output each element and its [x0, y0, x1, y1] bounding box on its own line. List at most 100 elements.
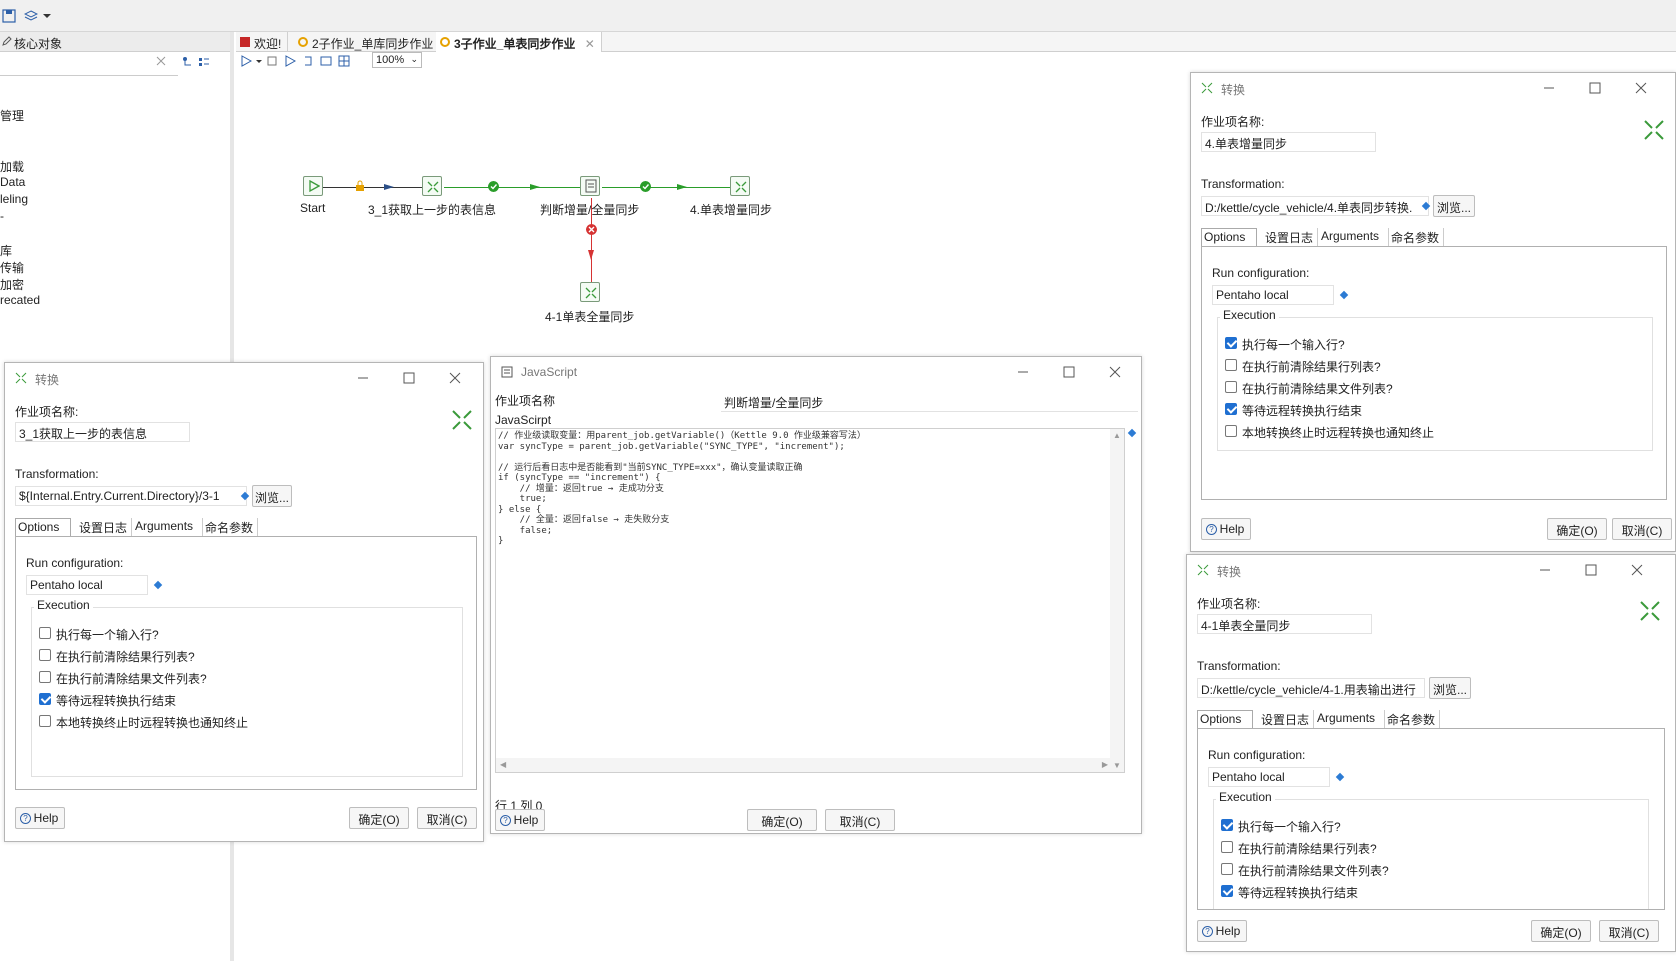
close-icon[interactable]	[1629, 562, 1645, 578]
search-input[interactable]	[0, 58, 178, 76]
tree-item[interactable]: 传输	[0, 259, 24, 276]
checkbox-each-row[interactable]	[1221, 819, 1233, 831]
ok-button[interactable]: 确定(O)	[349, 807, 409, 829]
checkbox-clear-rows[interactable]	[1221, 841, 1233, 853]
run-config-select[interactable]: Pentaho local	[1212, 285, 1334, 305]
checkbox-clear-rows[interactable]	[39, 649, 51, 661]
maximize-icon[interactable]	[1587, 80, 1603, 96]
chevron-down-icon[interactable]	[254, 55, 264, 67]
hop-judge-incremental[interactable]	[602, 187, 730, 188]
cancel-button[interactable]: 取消(C)	[825, 809, 895, 831]
expand-tree-icon[interactable]	[182, 56, 194, 68]
help-button[interactable]: ? Help	[1201, 518, 1251, 540]
tree-item[interactable]: 加载	[0, 158, 24, 175]
layers-icon[interactable]	[24, 9, 38, 23]
checkbox-clear-files[interactable]	[1221, 863, 1233, 875]
name-field[interactable]: 4-1单表全量同步	[1197, 614, 1372, 634]
tree-item[interactable]: 库	[0, 242, 12, 259]
node-incremental[interactable]	[730, 176, 750, 196]
tab-job-2[interactable]: 2子作业_单库同步作业	[294, 32, 441, 52]
node-get-table-info[interactable]	[422, 176, 442, 196]
ok-button[interactable]: 确定(O)	[747, 809, 817, 831]
checkbox-clear-files[interactable]	[1225, 381, 1237, 393]
scroll-down-icon[interactable]: ▼	[1113, 761, 1121, 770]
hop-start-get-info[interactable]	[316, 187, 422, 188]
ok-button[interactable]: 确定(O)	[1531, 920, 1591, 942]
minimize-icon[interactable]	[355, 370, 371, 386]
scroll-up-icon[interactable]: ▲	[1113, 431, 1121, 440]
checkbox-notify-remote[interactable]	[39, 715, 51, 727]
checkbox-wait-remote[interactable]	[1225, 403, 1237, 415]
chevron-down-icon[interactable]	[40, 9, 54, 23]
horizontal-scrollbar[interactable]: ◀ ▶	[496, 758, 1112, 772]
ok-button[interactable]: 确定(O)	[1547, 518, 1607, 540]
checkbox-each-row[interactable]	[1225, 337, 1237, 349]
tab-options[interactable]: Options	[1197, 710, 1253, 728]
browse-button[interactable]: 浏览...	[1433, 195, 1475, 217]
script-editor[interactable]: // 作业级读取变量：用parent_job.getVariable()（Ket…	[495, 428, 1125, 773]
tab-welcome[interactable]: 欢迎!	[236, 32, 289, 52]
checkbox-wait-remote[interactable]	[39, 693, 51, 705]
tab-arguments[interactable]: Arguments	[133, 518, 203, 536]
collapse-tree-icon[interactable]	[198, 56, 210, 68]
minimize-icon[interactable]	[1537, 562, 1553, 578]
tab-log[interactable]: 设置日志	[77, 518, 132, 536]
scroll-left-icon[interactable]: ◀	[500, 760, 506, 769]
help-button[interactable]: ? Help	[15, 807, 65, 829]
close-icon[interactable]	[1633, 80, 1649, 96]
name-field[interactable]: 3_1获取上一步的表信息	[15, 422, 190, 442]
checkbox-each-row[interactable]	[39, 627, 51, 639]
node-start[interactable]	[303, 176, 323, 196]
maximize-icon[interactable]	[1061, 364, 1077, 380]
close-tab-icon[interactable]: ✕	[585, 37, 595, 51]
name-field[interactable]: 判断增量/全量同步	[721, 392, 1138, 412]
stop-icon[interactable]	[266, 55, 278, 67]
name-field[interactable]: 4.单表增量同步	[1201, 132, 1376, 152]
cancel-button[interactable]: 取消(C)	[1612, 518, 1672, 540]
help-button[interactable]: ? Help	[1197, 920, 1247, 942]
run-config-select[interactable]: Pentaho local	[26, 575, 148, 595]
cancel-button[interactable]: 取消(C)	[417, 807, 477, 829]
grid-icon[interactable]	[338, 55, 350, 67]
zoom-select[interactable]: 100% ⌄	[372, 52, 422, 68]
tree-item[interactable]: leling	[0, 192, 28, 206]
dialog-titlebar[interactable]: JavaScript	[491, 357, 1141, 387]
tree-item[interactable]: 加密	[0, 276, 24, 293]
tab-job-3[interactable]: 3子作业_单表同步作业 ✕	[436, 32, 602, 52]
tab-arguments[interactable]: Arguments	[1319, 228, 1389, 246]
tab-log[interactable]: 设置日志	[1259, 710, 1314, 728]
help-button[interactable]: ? Help	[495, 809, 545, 831]
browse-button[interactable]: 浏览...	[1429, 677, 1471, 699]
replay-icon[interactable]	[302, 55, 314, 67]
node-full[interactable]	[580, 282, 600, 302]
cancel-button[interactable]: 取消(C)	[1599, 920, 1659, 942]
maximize-icon[interactable]	[1583, 562, 1599, 578]
tab-arguments[interactable]: Arguments	[1315, 710, 1385, 728]
run-config-select[interactable]: Pentaho local	[1208, 767, 1330, 787]
close-icon[interactable]	[447, 370, 463, 386]
tree-item[interactable]: Data	[0, 175, 25, 189]
transformation-path-field[interactable]: ${Internal.Entry.Current.Directory}/3-1	[15, 486, 247, 506]
tab-named-params[interactable]: 命名参数	[1389, 228, 1444, 246]
vertical-scrollbar[interactable]: ▲ ▼	[1110, 429, 1124, 772]
tab-named-params[interactable]: 命名参数	[1385, 710, 1440, 728]
dialog-titlebar[interactable]: 转换	[1187, 555, 1675, 585]
tab-options[interactable]: Options	[15, 518, 71, 536]
maximize-icon[interactable]	[401, 370, 417, 386]
hop-get-info-judge[interactable]	[444, 187, 580, 188]
database-icon[interactable]	[320, 55, 332, 67]
tab-options[interactable]: Options	[1201, 228, 1257, 246]
tab-named-params[interactable]: 命名参数	[203, 518, 258, 536]
transformation-path-field[interactable]: D:/kettle/cycle_vehicle/4.单表同步转换.	[1201, 196, 1429, 216]
minimize-icon[interactable]	[1015, 364, 1031, 380]
dialog-titlebar[interactable]: 转换	[5, 363, 483, 393]
tree-item[interactable]: -	[0, 209, 4, 223]
scroll-right-icon[interactable]: ▶	[1102, 760, 1108, 769]
node-judge[interactable]	[580, 176, 600, 196]
dialog-titlebar[interactable]: 转换	[1191, 73, 1675, 103]
clear-icon[interactable]	[156, 56, 166, 66]
checkbox-wait-remote[interactable]	[1221, 885, 1233, 897]
checkbox-clear-rows[interactable]	[1225, 359, 1237, 371]
tab-log[interactable]: 设置日志	[1263, 228, 1318, 246]
close-icon[interactable]	[1107, 364, 1123, 380]
